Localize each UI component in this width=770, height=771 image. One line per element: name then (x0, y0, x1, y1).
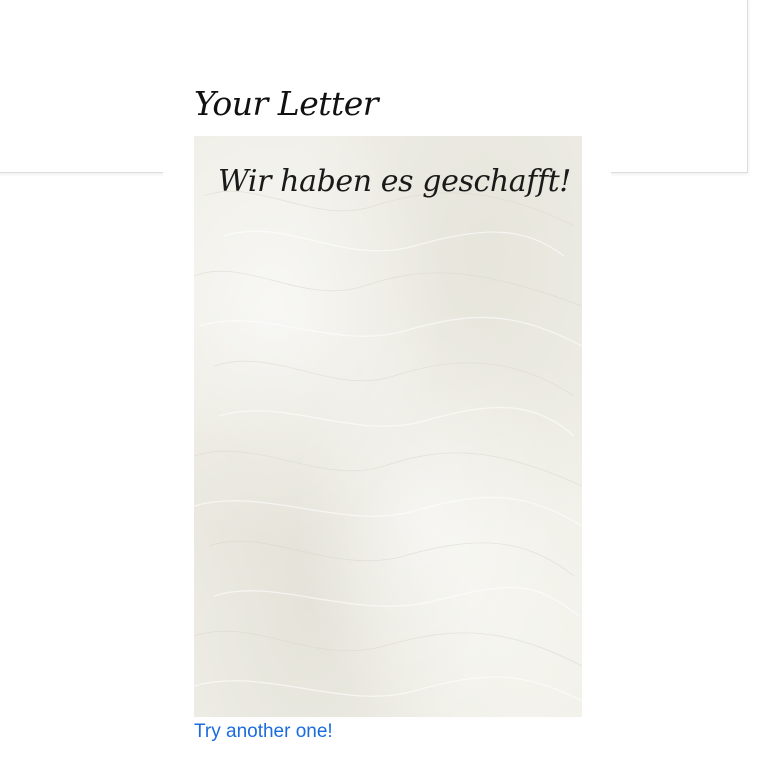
try-another-link[interactable]: Try another one! (194, 721, 333, 743)
page: Your Letter Wir haben es geschafft! Try (0, 0, 770, 771)
paper-texture (194, 190, 582, 702)
letter-paper: Wir haben es geschafft! (194, 136, 582, 717)
letter-heading: Your Letter (194, 84, 379, 123)
letter-text: Wir haben es geschafft! (218, 164, 571, 199)
